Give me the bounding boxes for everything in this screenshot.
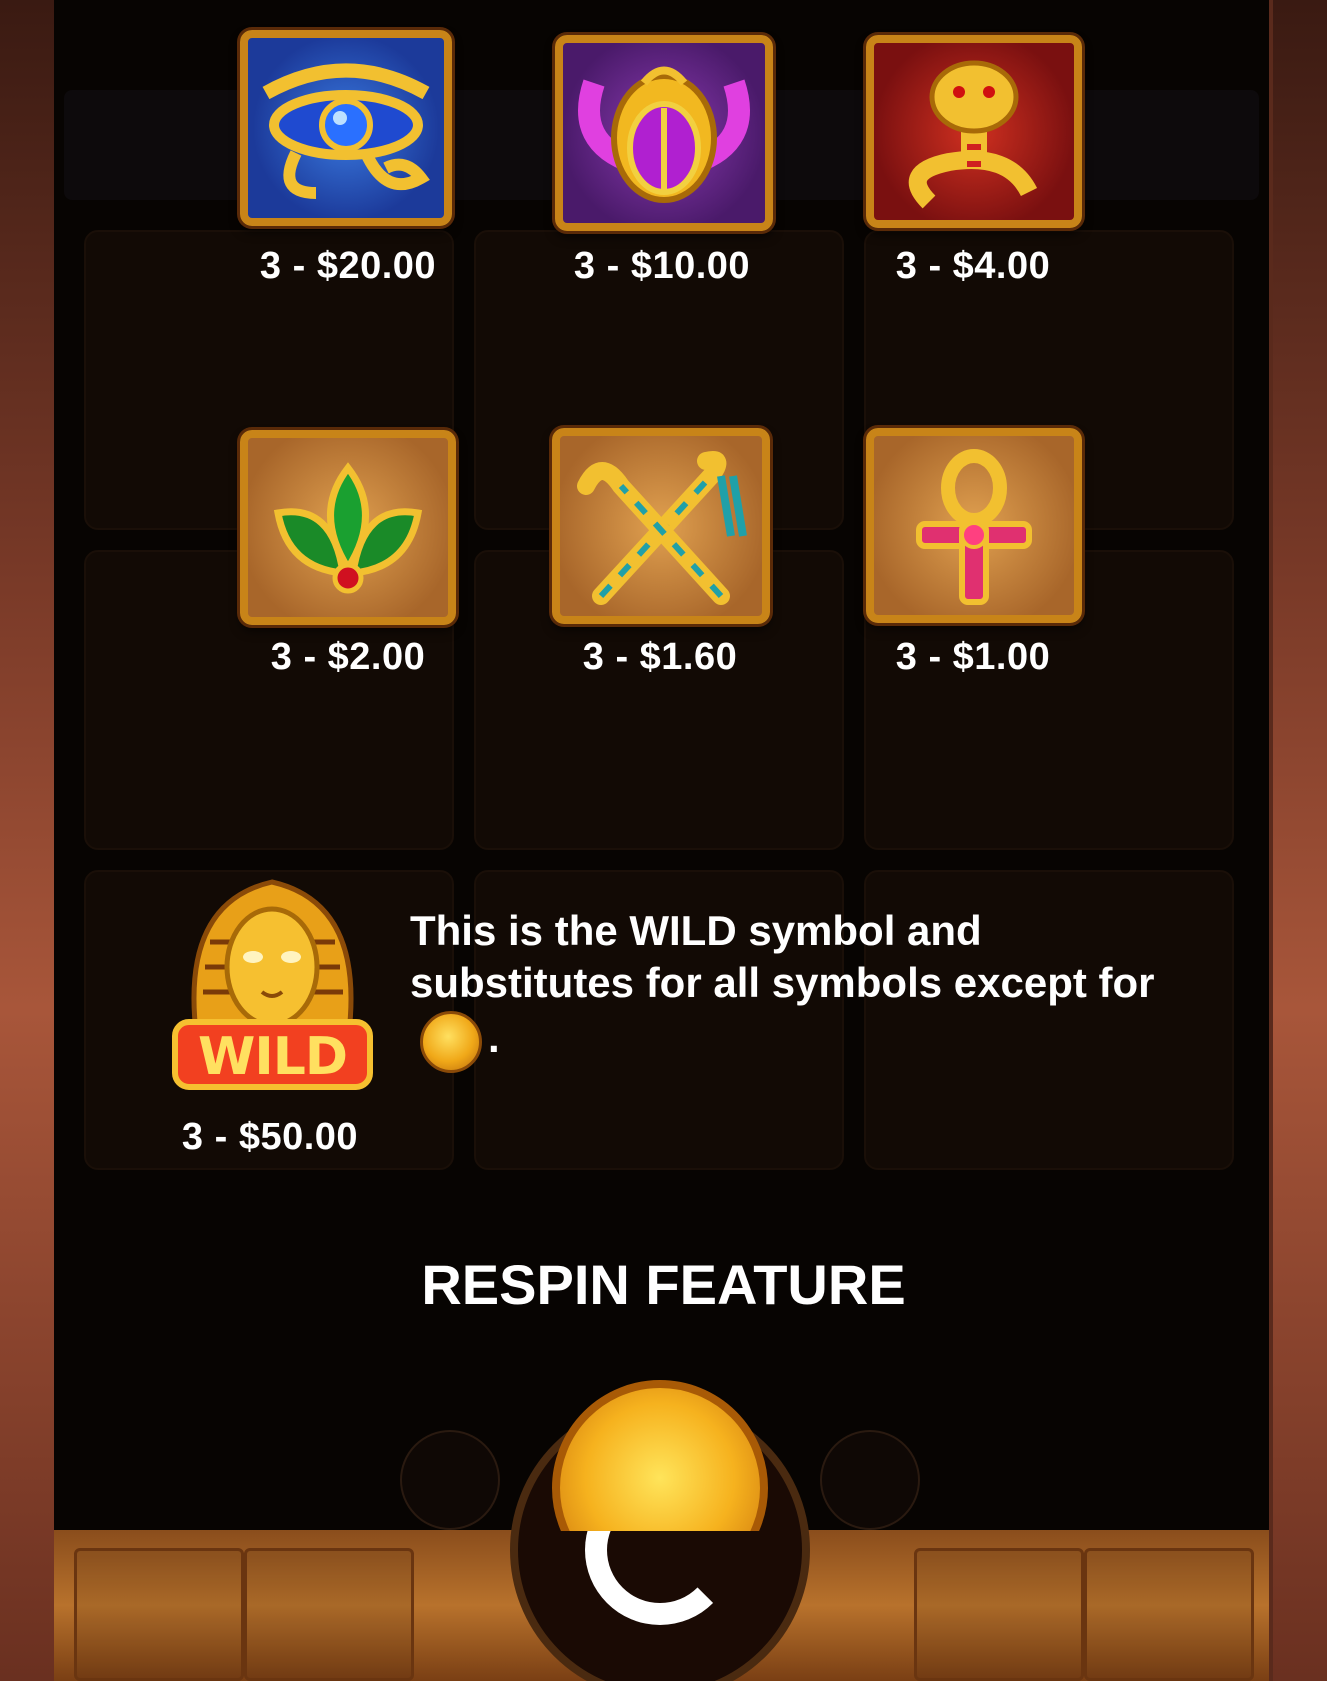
pharaoh-wild-icon: WILD [165,862,380,1097]
crook-and-flail-icon [552,428,770,624]
left-frame [0,0,54,1681]
payout-ankh: 3 - $1.00 [895,636,1051,678]
payout-crook-and-flail: 3 - $1.60 [582,636,738,678]
ankh-icon [866,428,1082,623]
respin-feature-title: RESPIN FEATURE [421,1253,906,1316]
payout-lotus: 3 - $2.00 [270,636,426,678]
wild-description-end: . [488,1014,500,1062]
wild-label: WILD [197,1027,348,1087]
gold-coin-icon [420,1011,482,1073]
wild-description: This is the WILD symbol and substitutes … [410,905,1190,1073]
wild-description-text: This is the WILD symbol and substitutes … [410,907,1155,1006]
eye-of-horus-icon [240,30,452,226]
autoplay-button[interactable] [400,1430,500,1530]
scarab-icon [555,35,773,231]
lotus-icon [240,430,456,625]
menu-button[interactable] [820,1430,920,1530]
cobra-icon [866,35,1082,228]
right-frame [1273,0,1327,1681]
payout-eye-of-horus: 3 - $20.00 [259,245,437,287]
payout-wild: 3 - $50.00 [181,1116,359,1158]
payout-cobra: 3 - $4.00 [895,245,1051,287]
payout-scarab: 3 - $10.00 [573,245,751,287]
